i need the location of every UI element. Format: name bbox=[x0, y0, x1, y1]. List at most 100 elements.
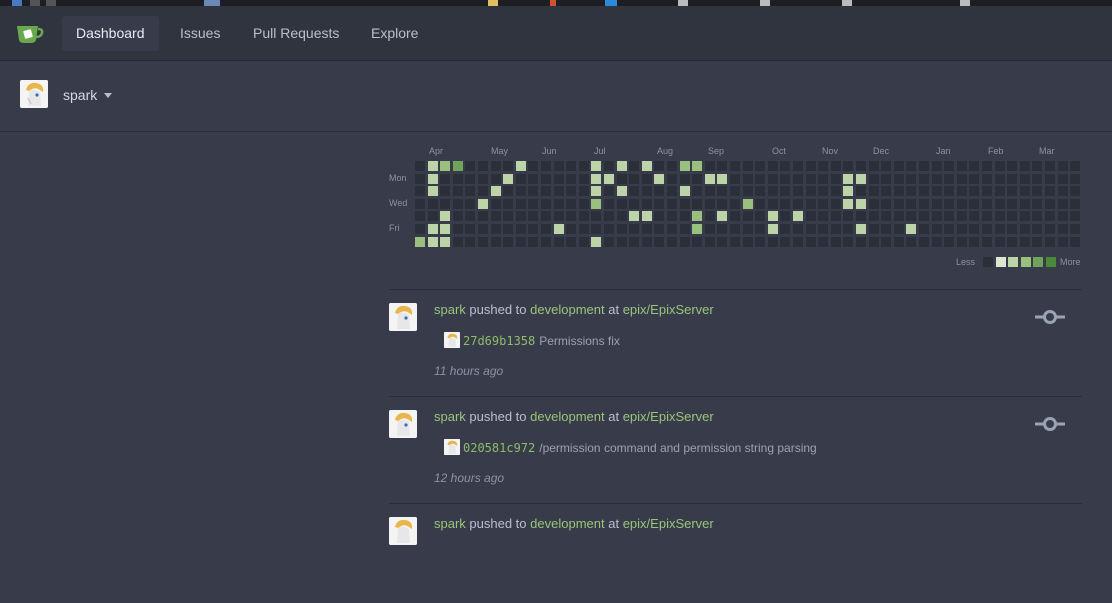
heatmap-day-cell[interactable] bbox=[742, 198, 753, 209]
heatmap-day-cell[interactable] bbox=[528, 211, 539, 222]
nav-issues[interactable]: Issues bbox=[166, 16, 234, 51]
heatmap-day-cell[interactable] bbox=[1057, 236, 1068, 247]
heatmap-day-cell[interactable] bbox=[692, 173, 703, 184]
heatmap-day-cell[interactable] bbox=[969, 198, 980, 209]
heatmap-day-cell[interactable] bbox=[641, 211, 652, 222]
heatmap-day-cell[interactable] bbox=[490, 224, 501, 234]
heatmap-day-cell[interactable] bbox=[704, 198, 715, 209]
heatmap-day-cell[interactable] bbox=[578, 186, 589, 197]
heatmap-day-cell[interactable] bbox=[919, 161, 929, 171]
heatmap-day-cell[interactable] bbox=[503, 224, 514, 234]
heatmap-day-cell[interactable] bbox=[881, 186, 892, 197]
heatmap-day-cell[interactable] bbox=[1045, 224, 1055, 234]
heatmap-day-cell[interactable] bbox=[805, 236, 816, 247]
heatmap-day-cell[interactable] bbox=[503, 211, 514, 222]
heatmap-day-cell[interactable] bbox=[818, 236, 829, 247]
feed-user-avatar[interactable] bbox=[389, 517, 417, 545]
heatmap-day-cell[interactable] bbox=[742, 211, 753, 222]
heatmap-day-cell[interactable] bbox=[1045, 198, 1055, 209]
heatmap-day-cell[interactable] bbox=[1070, 236, 1081, 247]
heatmap-day-cell[interactable] bbox=[528, 161, 539, 171]
heatmap-day-cell[interactable] bbox=[931, 198, 942, 209]
heatmap-day-cell[interactable] bbox=[528, 198, 539, 209]
heatmap-day-cell[interactable] bbox=[969, 173, 980, 184]
heatmap-day-cell[interactable] bbox=[692, 236, 703, 247]
feed-branch-link[interactable]: development bbox=[530, 302, 604, 317]
heatmap-day-cell[interactable] bbox=[478, 236, 488, 247]
heatmap-day-cell[interactable] bbox=[780, 236, 791, 247]
heatmap-day-cell[interactable] bbox=[730, 224, 740, 234]
heatmap-day-cell[interactable] bbox=[553, 173, 564, 184]
heatmap-day-cell[interactable] bbox=[604, 173, 614, 184]
heatmap-day-cell[interactable] bbox=[553, 186, 564, 197]
heatmap-day-cell[interactable] bbox=[780, 186, 791, 197]
heatmap-day-cell[interactable] bbox=[704, 236, 715, 247]
heatmap-day-cell[interactable] bbox=[906, 236, 917, 247]
heatmap-day-cell[interactable] bbox=[931, 211, 942, 222]
heatmap-day-cell[interactable] bbox=[1007, 161, 1018, 171]
heatmap-day-cell[interactable] bbox=[452, 161, 463, 171]
heatmap-day-cell[interactable] bbox=[692, 186, 703, 197]
heatmap-day-cell[interactable] bbox=[515, 186, 526, 197]
heatmap-day-cell[interactable] bbox=[843, 198, 854, 209]
heatmap-day-cell[interactable] bbox=[478, 211, 488, 222]
heatmap-day-cell[interactable] bbox=[868, 224, 879, 234]
heatmap-day-cell[interactable] bbox=[440, 198, 451, 209]
heatmap-day-cell[interactable] bbox=[541, 236, 551, 247]
commit-sha-link[interactable]: 020581c972 bbox=[463, 441, 535, 455]
heatmap-day-cell[interactable] bbox=[982, 198, 992, 209]
heatmap-day-cell[interactable] bbox=[994, 211, 1005, 222]
heatmap-day-cell[interactable] bbox=[956, 224, 967, 234]
heatmap-day-cell[interactable] bbox=[717, 173, 728, 184]
heatmap-day-cell[interactable] bbox=[503, 161, 514, 171]
heatmap-day-cell[interactable] bbox=[604, 198, 614, 209]
heatmap-day-cell[interactable] bbox=[566, 173, 577, 184]
heatmap-day-cell[interactable] bbox=[767, 198, 778, 209]
heatmap-day-cell[interactable] bbox=[415, 173, 425, 184]
heatmap-day-cell[interactable] bbox=[641, 236, 652, 247]
heatmap-day-cell[interactable] bbox=[969, 236, 980, 247]
heatmap-day-cell[interactable] bbox=[994, 224, 1005, 234]
heatmap-day-cell[interactable] bbox=[767, 224, 778, 234]
heatmap-day-cell[interactable] bbox=[906, 198, 917, 209]
heatmap-day-cell[interactable] bbox=[893, 161, 904, 171]
heatmap-day-cell[interactable] bbox=[641, 198, 652, 209]
heatmap-day-cell[interactable] bbox=[629, 198, 640, 209]
heatmap-day-cell[interactable] bbox=[1070, 211, 1081, 222]
heatmap-day-cell[interactable] bbox=[818, 224, 829, 234]
nav-explore[interactable]: Explore bbox=[357, 16, 432, 51]
heatmap-day-cell[interactable] bbox=[793, 198, 803, 209]
heatmap-day-cell[interactable] bbox=[641, 161, 652, 171]
heatmap-day-cell[interactable] bbox=[767, 173, 778, 184]
heatmap-day-cell[interactable] bbox=[667, 198, 677, 209]
heatmap-day-cell[interactable] bbox=[793, 224, 803, 234]
heatmap-day-cell[interactable] bbox=[956, 161, 967, 171]
heatmap-day-cell[interactable] bbox=[440, 186, 451, 197]
heatmap-day-cell[interactable] bbox=[679, 211, 690, 222]
heatmap-day-cell[interactable] bbox=[528, 236, 539, 247]
heatmap-day-cell[interactable] bbox=[994, 186, 1005, 197]
heatmap-day-cell[interactable] bbox=[604, 161, 614, 171]
heatmap-day-cell[interactable] bbox=[755, 173, 766, 184]
heatmap-day-cell[interactable] bbox=[742, 224, 753, 234]
heatmap-day-cell[interactable] bbox=[830, 224, 841, 234]
heatmap-day-cell[interactable] bbox=[578, 173, 589, 184]
heatmap-day-cell[interactable] bbox=[906, 173, 917, 184]
heatmap-day-cell[interactable] bbox=[1019, 224, 1030, 234]
heatmap-day-cell[interactable] bbox=[893, 186, 904, 197]
heatmap-day-cell[interactable] bbox=[692, 161, 703, 171]
heatmap-day-cell[interactable] bbox=[793, 173, 803, 184]
heatmap-day-cell[interactable] bbox=[591, 173, 602, 184]
heatmap-day-cell[interactable] bbox=[629, 173, 640, 184]
heatmap-day-cell[interactable] bbox=[679, 198, 690, 209]
heatmap-day-cell[interactable] bbox=[881, 236, 892, 247]
heatmap-day-cell[interactable] bbox=[830, 211, 841, 222]
heatmap-day-cell[interactable] bbox=[465, 224, 476, 234]
heatmap-day-cell[interactable] bbox=[856, 224, 866, 234]
feed-user-link[interactable]: spark bbox=[434, 302, 466, 317]
heatmap-day-cell[interactable] bbox=[1007, 224, 1018, 234]
heatmap-day-cell[interactable] bbox=[919, 224, 929, 234]
heatmap-day-cell[interactable] bbox=[1045, 186, 1055, 197]
heatmap-day-cell[interactable] bbox=[1019, 236, 1030, 247]
heatmap-day-cell[interactable] bbox=[1070, 186, 1081, 197]
